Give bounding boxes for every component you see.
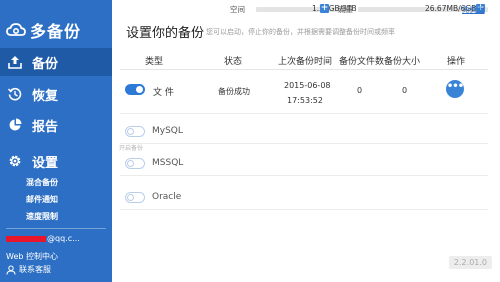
row-name-mysql: MySQL bbox=[152, 126, 183, 136]
row-name-files: 文 件 bbox=[153, 88, 174, 98]
contact-support-label: 联系客服 bbox=[19, 265, 51, 274]
row-time-files: 17:53:52 bbox=[287, 96, 323, 105]
col-header-type: 类型 bbox=[145, 57, 164, 67]
row-divider bbox=[120, 143, 488, 144]
web-control-center-link[interactable]: Web 控制中心 bbox=[6, 251, 58, 262]
col-header-action: 操作 bbox=[447, 57, 466, 67]
sidebar: 多备份 备份 恢复 报告 设置 混合备份 邮件通知 速度限制 @qq.c... … bbox=[0, 0, 112, 282]
page-title: 设置你的备份 bbox=[126, 26, 205, 41]
quota-bar: 空间 1.56GB/3TB + 流量 26.67MB/6GB + 免费版 bbox=[228, 2, 500, 16]
row-divider bbox=[120, 175, 488, 176]
space-label: 空间 bbox=[230, 5, 245, 14]
free-version-link[interactable]: 免费版 bbox=[462, 4, 485, 15]
sidebar-item-backup[interactable]: 备份 bbox=[0, 48, 112, 76]
mysql-backup-toggle[interactable] bbox=[125, 126, 145, 137]
contact-support-link[interactable]: 联系客服 bbox=[6, 264, 51, 275]
sidebar-item-label: 报告 bbox=[32, 119, 59, 135]
cloud-logo-icon bbox=[6, 23, 26, 36]
traffic-label: 流量 bbox=[338, 5, 353, 14]
col-header-status: 状态 bbox=[224, 57, 243, 67]
sidebar-item-label: 恢复 bbox=[32, 88, 59, 104]
logo-text: 多备份 bbox=[30, 22, 82, 41]
row-name-mssql: MSSQL bbox=[152, 158, 184, 168]
header-divider bbox=[120, 69, 488, 70]
account-email[interactable]: @qq.c... bbox=[6, 234, 80, 243]
redacted-mask bbox=[6, 235, 46, 242]
col-header-size: 备份大小 bbox=[384, 57, 421, 67]
row-status-files: 备份成功 bbox=[218, 87, 250, 96]
upload-icon bbox=[8, 56, 22, 69]
sidebar-subitem-hybrid-backup[interactable]: 混合备份 bbox=[26, 177, 58, 188]
row-divider bbox=[120, 113, 488, 114]
sidebar-item-report[interactable]: 报告 bbox=[0, 111, 112, 139]
sidebar-item-label: 设置 bbox=[32, 155, 59, 171]
user-icon bbox=[6, 265, 16, 275]
row-size-files: 0 bbox=[402, 86, 408, 95]
history-icon bbox=[8, 87, 22, 101]
mssql-backup-toggle[interactable] bbox=[125, 158, 145, 169]
row-divider bbox=[120, 209, 488, 210]
sidebar-item-label: 备份 bbox=[32, 56, 59, 72]
sidebar-divider bbox=[6, 228, 106, 229]
col-header-last-time: 上次备份时间 bbox=[278, 57, 333, 67]
file-backup-toggle[interactable] bbox=[125, 84, 145, 95]
version-badge: 2.2.01.0 bbox=[448, 256, 492, 269]
add-space-button[interactable]: + bbox=[320, 4, 329, 13]
page-subtitle: 您可以启动，停止你的备份，并根据需要调整备份时间或频率 bbox=[206, 28, 395, 36]
row-count-files: 0 bbox=[357, 86, 363, 95]
col-header-file-count: 备份文件数 bbox=[339, 57, 385, 67]
more-options-button[interactable]: ••• bbox=[446, 80, 464, 98]
sidebar-subitem-speed-limit[interactable]: 速度限制 bbox=[26, 211, 58, 222]
account-email-suffix: @qq.c... bbox=[47, 234, 80, 243]
sidebar-item-restore[interactable]: 恢复 bbox=[0, 80, 112, 108]
sidebar-item-settings[interactable]: 设置 bbox=[0, 147, 112, 175]
row-name-oracle: Oracle bbox=[152, 192, 182, 202]
oracle-backup-toggle[interactable] bbox=[125, 192, 145, 203]
pie-chart-icon bbox=[9, 118, 22, 131]
toggle-tooltip: 开启备份 bbox=[119, 145, 144, 152]
sidebar-subitem-email-notify[interactable]: 邮件通知 bbox=[26, 194, 58, 205]
row-date-files: 2015-06-08 bbox=[284, 81, 331, 90]
gear-icon bbox=[9, 155, 21, 167]
app-logo: 多备份 bbox=[6, 18, 81, 42]
